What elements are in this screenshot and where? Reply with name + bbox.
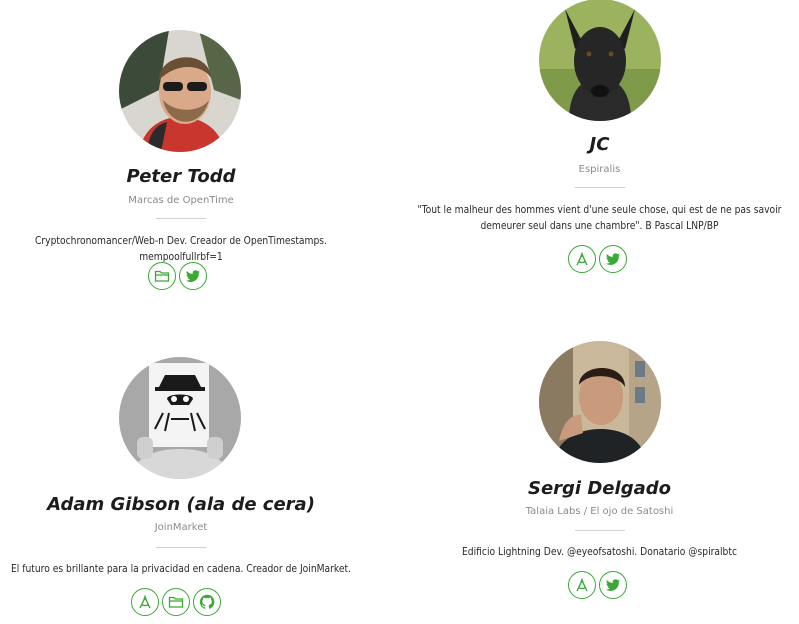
social-links [131,588,221,616]
speaker-name: Peter Todd [126,166,236,187]
divider [575,187,625,188]
speaker-organization: Espiralis [578,164,621,175]
speaker-name: Adam Gibson (ala de cera) [47,494,315,515]
speaker-card-jc: JC Espiralis "Tout le malheur des hommes… [400,0,799,300]
speaker-bio: Edificio Lightning Dev. @eyeofsatoshi. D… [461,547,737,558]
avatar [119,30,241,152]
avatar [539,0,661,121]
speaker-name: JC [589,134,610,155]
folder-icon [168,596,184,608]
avatar [539,341,661,463]
twitter-icon [186,270,200,282]
website-link[interactable] [131,588,159,616]
compass-icon [576,252,588,266]
github-link[interactable] [193,588,221,616]
speaker-bio: "Tout le malheur des hommes vient d'une … [417,205,782,232]
twitter-link[interactable] [599,571,627,599]
divider [575,530,625,531]
website-link[interactable] [568,571,596,599]
divider [156,547,206,548]
speaker-card-sergi-delgado: Sergi Delgado Talaia Labs / El ojo de Sa… [400,320,799,624]
avatar [119,357,241,479]
website-link[interactable] [568,245,596,273]
twitter-icon [606,579,620,591]
twitter-link[interactable] [179,262,207,290]
social-links [568,571,627,599]
divider [156,218,206,219]
speaker-bio: El futuro es brillante para la privacida… [10,564,352,575]
folder-icon [154,270,170,282]
speaker-card-adam-gibson: Adam Gibson (ala de cera) JoinMarket El … [0,320,362,624]
speaker-name: Sergi Delgado [528,478,671,499]
twitter-icon [606,253,620,265]
compass-icon [139,595,151,609]
github-icon [199,594,215,609]
speaker-card-peter-todd: Peter Todd Marcas de OpenTime Cryptochro… [0,0,362,300]
speaker-organization: Marcas de OpenTime [128,195,234,206]
speaker-organization: Talaia Labs / El ojo de Satoshi [525,506,674,517]
social-links [148,262,207,290]
website-link[interactable] [148,262,176,290]
social-links [568,245,627,273]
compass-icon [576,578,588,592]
speaker-organization: JoinMarket [154,522,208,533]
twitter-link[interactable] [599,245,627,273]
folder-link[interactable] [162,588,190,616]
